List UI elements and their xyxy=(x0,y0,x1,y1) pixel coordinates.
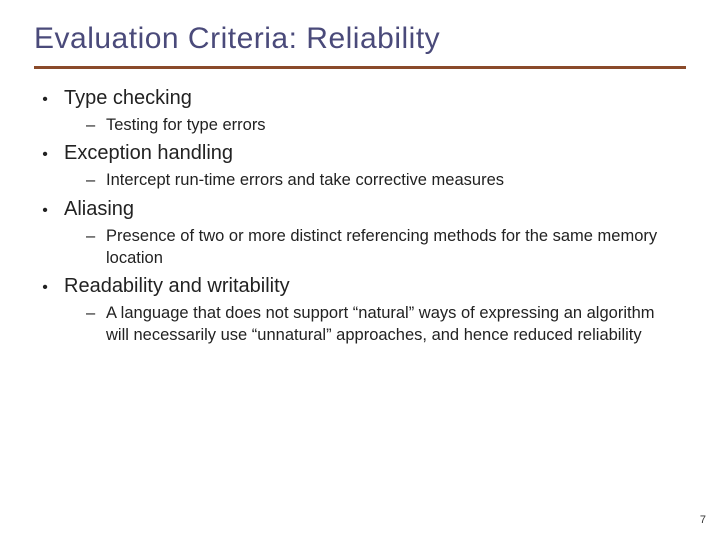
list-item: • Type checking – Testing for type error… xyxy=(40,87,686,136)
sub-label: Testing for type errors xyxy=(106,114,666,136)
sub-label: A language that does not support “natura… xyxy=(106,302,666,347)
dash-icon: – xyxy=(86,169,96,191)
title-divider xyxy=(34,66,686,69)
sub-label: Intercept run-time errors and take corre… xyxy=(106,169,666,191)
bullet-icon: • xyxy=(40,280,50,296)
bullet-label: Type checking xyxy=(64,87,192,110)
sub-label: Presence of two or more distinct referen… xyxy=(106,225,666,270)
slide-content: • Type checking – Testing for type error… xyxy=(34,87,686,347)
sub-item: – Intercept run-time errors and take cor… xyxy=(86,169,686,191)
sub-item: – Testing for type errors xyxy=(86,114,686,136)
slide-title: Evaluation Criteria: Reliability xyxy=(34,22,686,56)
bullet-label: Aliasing xyxy=(64,198,134,221)
dash-icon: – xyxy=(86,114,96,136)
dash-icon: – xyxy=(86,225,96,247)
list-item: • Readability and writability – A langua… xyxy=(40,275,686,347)
sub-item: – Presence of two or more distinct refer… xyxy=(86,225,686,270)
bullet-label: Exception handling xyxy=(64,142,233,165)
dash-icon: – xyxy=(86,302,96,324)
bullet-label: Readability and writability xyxy=(64,275,290,298)
bullet-icon: • xyxy=(40,92,50,108)
sub-list: – Presence of two or more distinct refer… xyxy=(40,225,686,270)
bullet-icon: • xyxy=(40,147,50,163)
bullet-icon: • xyxy=(40,203,50,219)
sub-list: – A language that does not support “natu… xyxy=(40,302,686,347)
list-item: • Exception handling – Intercept run-tim… xyxy=(40,142,686,191)
sub-list: – Testing for type errors xyxy=(40,114,686,136)
sub-item: – A language that does not support “natu… xyxy=(86,302,686,347)
bullet-list: • Type checking – Testing for type error… xyxy=(34,87,686,347)
sub-list: – Intercept run-time errors and take cor… xyxy=(40,169,686,191)
page-number: 7 xyxy=(700,514,706,526)
list-item: • Aliasing – Presence of two or more dis… xyxy=(40,198,686,270)
